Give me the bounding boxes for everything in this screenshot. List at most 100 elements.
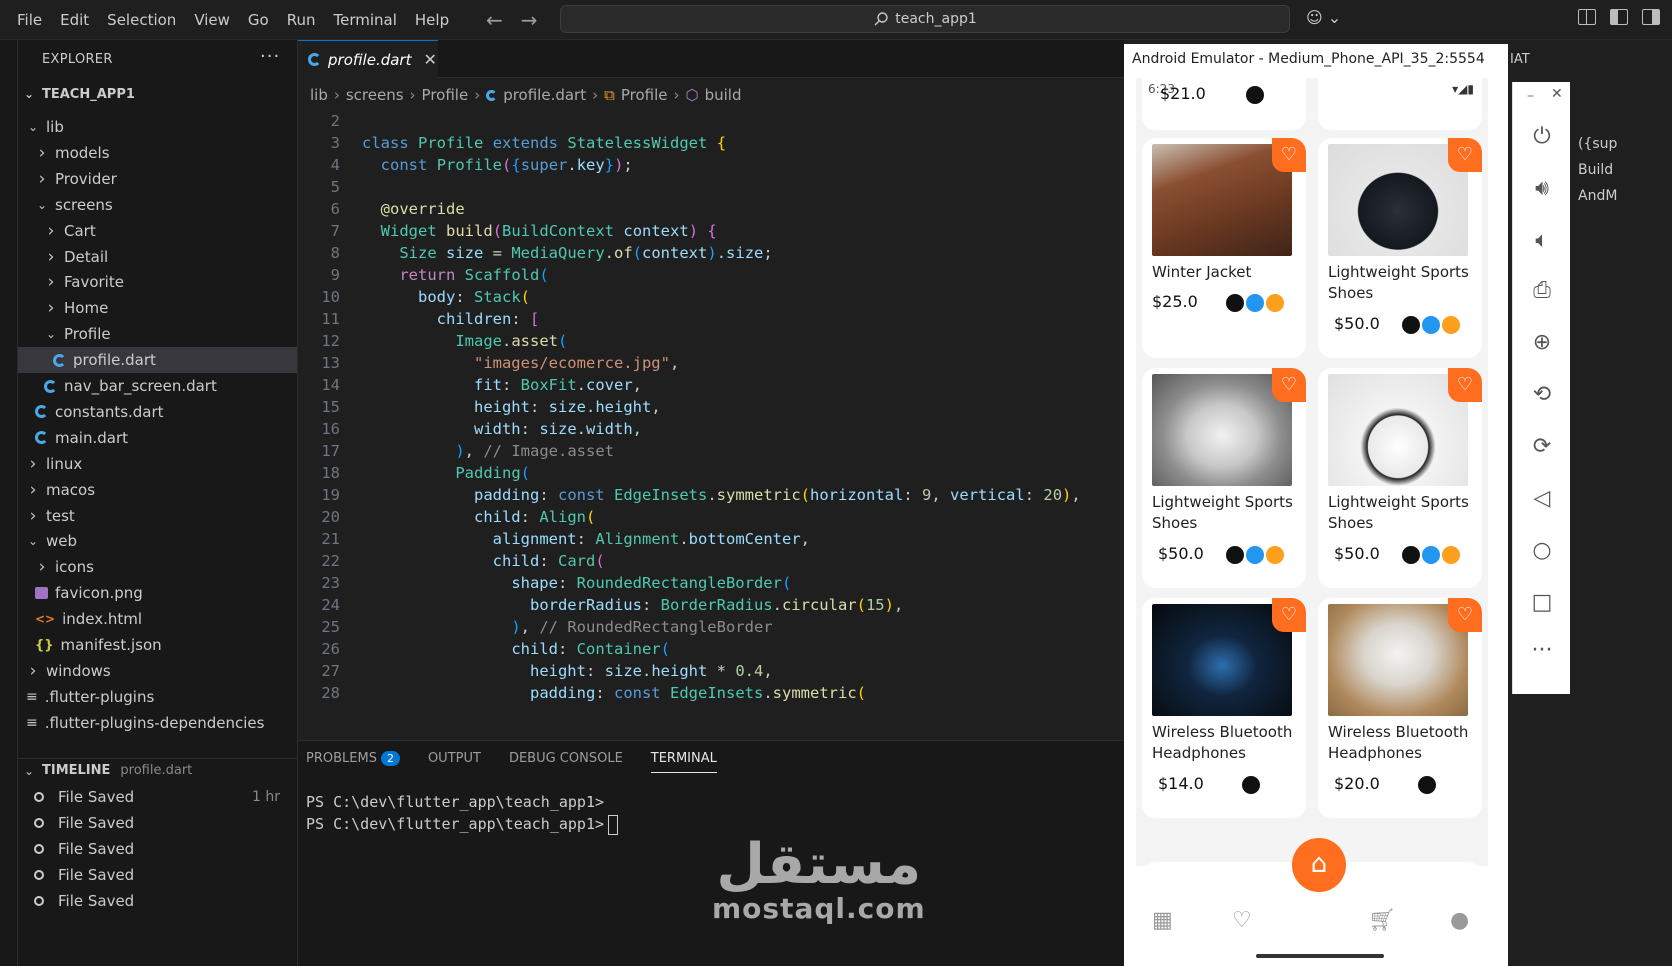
menu-view[interactable]: View	[187, 8, 237, 32]
toggle-primary-sidebar-icon[interactable]	[1610, 9, 1628, 25]
color-swatch[interactable]	[1442, 316, 1460, 334]
product-card-partial[interactable]: 6:23 $21.0	[1142, 78, 1306, 130]
tree-folder[interactable]: › linux	[18, 451, 297, 477]
more-actions-icon[interactable]: ···	[260, 46, 280, 67]
color-swatch[interactable]	[1422, 316, 1440, 334]
camera-icon[interactable]: ⎙	[1513, 278, 1571, 303]
breadcrumb-item[interactable]: build	[705, 86, 742, 104]
back-arrow-icon[interactable]: ←	[486, 8, 503, 32]
tree-file[interactable]: constants.dart	[18, 399, 297, 425]
volume-down-icon[interactable]: 🔈︎	[1513, 228, 1571, 253]
breadcrumb-item[interactable]: Profile	[621, 86, 668, 104]
tree-file[interactable]: profile.dart	[18, 347, 297, 374]
favorite-heart-icon[interactable]: ♡	[1448, 138, 1482, 172]
zoom-icon[interactable]: ⊕	[1513, 330, 1571, 355]
grid-icon[interactable]: ▦	[1152, 908, 1173, 933]
menu-terminal[interactable]: Terminal	[327, 8, 404, 32]
favorite-heart-icon[interactable]: ♡	[1448, 598, 1482, 632]
product-card[interactable]: ♡ Winter Jacket $25.0	[1142, 138, 1306, 358]
tree-folder[interactable]: ⌄ lib	[18, 114, 297, 140]
toggle-secondary-sidebar-icon[interactable]	[1642, 9, 1660, 25]
tree-folder[interactable]: ⌄ Profile	[18, 321, 297, 347]
menu-file[interactable]: File	[10, 8, 49, 32]
tree-folder[interactable]: ⌄ screens	[18, 192, 297, 218]
copilot-icon[interactable]: ☺ ⌄	[1306, 8, 1341, 27]
color-swatch[interactable]	[1242, 776, 1260, 794]
command-center-search[interactable]: teach_app1	[560, 5, 1290, 33]
tree-folder[interactable]: › Home	[18, 295, 297, 321]
breadcrumb-item[interactable]: Profile	[422, 86, 469, 104]
overview-icon[interactable]: □	[1513, 590, 1571, 615]
tree-file[interactable]: nav_bar_screen.dart	[18, 373, 297, 399]
product-card-partial[interactable]: ▾◢▮	[1318, 78, 1482, 130]
customize-layout-icon[interactable]	[1578, 9, 1596, 25]
workspace-folder[interactable]: ⌄ TEACH_APP1	[18, 82, 297, 106]
terminal-output[interactable]: PS C:\dev\flutter_app\teach_app1> PS C:\d…	[306, 791, 619, 835]
volume-up-icon[interactable]: 🔊︎	[1513, 176, 1571, 201]
rotate-left-icon[interactable]: ⟲	[1513, 382, 1571, 407]
color-swatch[interactable]	[1266, 546, 1284, 564]
color-swatch[interactable]	[1442, 546, 1460, 564]
product-card[interactable]: ♡ Lightweight Sports Shoes $50.0	[1318, 138, 1482, 358]
minimize-icon[interactable]: –	[1527, 88, 1534, 104]
timeline-entry[interactable]: File Saved	[18, 810, 297, 836]
menu-go[interactable]: Go	[241, 8, 276, 32]
profile-icon[interactable]: ●	[1450, 908, 1469, 933]
tree-folder[interactable]: › windows	[18, 658, 297, 684]
menu-run[interactable]: Run	[280, 8, 323, 32]
tree-file[interactable]: <> index.html	[18, 606, 297, 632]
menu-edit[interactable]: Edit	[53, 8, 96, 32]
tab-profile-dart[interactable]: profile.dart ✕	[298, 40, 438, 78]
close-icon[interactable]: ✕	[1551, 86, 1563, 102]
tree-folder[interactable]: › Detail	[18, 244, 297, 270]
timeline-entry[interactable]: File Saved	[18, 862, 297, 888]
tree-file[interactable]: {} manifest.json	[18, 632, 297, 658]
tree-file[interactable]: main.dart	[18, 425, 297, 451]
product-card[interactable]: ♡ Lightweight Sports Shoes $50.0	[1142, 368, 1306, 588]
color-swatch[interactable]	[1246, 546, 1264, 564]
tree-folder[interactable]: › models	[18, 140, 297, 166]
color-swatch[interactable]	[1246, 294, 1264, 312]
tree-file[interactable]: ≡ .flutter-plugins	[18, 684, 297, 710]
breadcrumb-item[interactable]: lib	[310, 86, 328, 104]
color-swatch[interactable]	[1438, 776, 1456, 794]
color-swatch[interactable]	[1418, 776, 1436, 794]
favorite-heart-icon[interactable]: ♡	[1448, 368, 1482, 402]
favorite-heart-icon[interactable]: ♡	[1272, 138, 1306, 172]
color-swatch[interactable]	[1226, 294, 1244, 312]
menu-selection[interactable]: Selection	[100, 8, 183, 32]
color-swatch[interactable]	[1266, 294, 1284, 312]
home-circle-icon[interactable]: ○	[1513, 538, 1571, 563]
breadcrumb-item[interactable]: screens	[346, 86, 404, 104]
tree-folder[interactable]: › test	[18, 503, 297, 529]
tree-file[interactable]: ≡ .flutter-plugins-dependencies	[18, 710, 297, 736]
color-swatch[interactable]	[1266, 86, 1284, 104]
breadcrumb-item[interactable]: profile.dart	[503, 86, 586, 104]
rotate-right-icon[interactable]: ⟳	[1513, 434, 1571, 459]
color-swatch[interactable]	[1262, 776, 1280, 794]
tab-terminal[interactable]: TERMINAL	[650, 751, 717, 773]
tree-folder[interactable]: › Provider	[18, 166, 297, 192]
timeline-entry[interactable]: File Saved	[18, 888, 297, 914]
tab-problems[interactable]: PROBLEMS 2	[306, 750, 400, 766]
tree-folder[interactable]: ⌄ web	[18, 528, 297, 554]
color-swatch[interactable]	[1226, 546, 1244, 564]
more-icon[interactable]: ···	[1513, 638, 1571, 663]
timeline-header[interactable]: ⌄ TIMELINE profile.dart	[18, 758, 297, 782]
color-swatch[interactable]	[1422, 546, 1440, 564]
code-editor[interactable]: 2 3 class Profile extends StatelessWidget…	[298, 110, 1124, 740]
color-swatch[interactable]	[1246, 86, 1264, 104]
tree-folder[interactable]: › Cart	[18, 218, 297, 244]
product-card[interactable]: ♡ Lightweight Sports Shoes $50.0	[1318, 368, 1482, 588]
favorite-heart-icon[interactable]: ♡	[1272, 368, 1306, 402]
timeline-entry[interactable]: File Saved 1 hr	[18, 784, 297, 810]
tree-file[interactable]: favicon.png	[18, 580, 297, 606]
forward-arrow-icon[interactable]: →	[521, 8, 538, 32]
product-card[interactable]: ♡ Wireless Bluetooth Headphones $20.0	[1318, 598, 1482, 818]
tree-folder[interactable]: › icons	[18, 554, 297, 580]
menu-help[interactable]: Help	[408, 8, 456, 32]
back-icon[interactable]: ◁	[1513, 486, 1571, 511]
heart-icon[interactable]: ♡	[1232, 908, 1252, 933]
favorite-heart-icon[interactable]: ♡	[1272, 598, 1306, 632]
color-swatch[interactable]	[1402, 316, 1420, 334]
